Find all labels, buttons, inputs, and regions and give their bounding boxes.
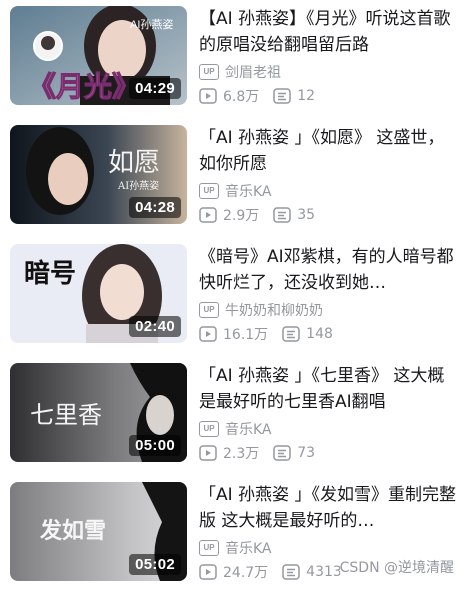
thumbnail-caption: 《月光》 — [28, 70, 140, 103]
uploader-row[interactable]: UP 音乐KA — [199, 181, 272, 201]
uploader-row[interactable]: UP 音乐KA — [199, 538, 272, 558]
up-badge-icon: UP — [199, 540, 219, 556]
uploader-row[interactable]: UP 音乐KA — [199, 419, 272, 439]
video-card[interactable]: 暗号 02:40 《暗号》AI邓紫棋，有的人暗号都快听烂了，还没收到她… UP … — [0, 238, 468, 344]
video-title[interactable]: 「AI 孙燕姿 」《七里香》 这大概是最好听的七里香AI翻唱 — [199, 363, 461, 415]
duration-badge: 05:00 — [129, 435, 181, 456]
video-title[interactable]: 「AI 孙燕姿 」《如愿》 这盛世，如你所愿 — [199, 125, 461, 177]
uploader-name[interactable]: 音乐KA — [225, 419, 272, 439]
duration-badge: 04:29 — [129, 78, 181, 99]
thumbnail-tag: AI孙燕姿 — [130, 18, 173, 31]
stats-row: 16.1万 148 — [199, 324, 347, 344]
play-count: 6.8万 — [223, 89, 260, 105]
video-card[interactable]: AI孙燕姿 《月光》 04:29 【AI 孙燕姿】《月光》听说这首歌的原唱没给翻… — [0, 0, 468, 106]
stats-row: 2.9万 35 — [199, 205, 329, 225]
uploader-row[interactable]: UP 牛奶奶和柳奶奶 — [199, 300, 323, 320]
danmaku-icon — [273, 445, 292, 461]
play-count-icon — [199, 445, 217, 461]
play-count: 16.1万 — [223, 327, 269, 343]
danmaku-count: 12 — [297, 88, 316, 104]
danmaku-icon — [282, 564, 300, 580]
thumbnail-caption: 如愿 — [108, 148, 160, 178]
stats-row: 2.3万 73 — [199, 443, 329, 463]
danmaku-count: 4313 — [306, 564, 342, 580]
play-count-icon — [199, 88, 217, 104]
thumbnail-caption: 发如雪 — [39, 518, 106, 544]
play-count: 24.7万 — [223, 565, 269, 581]
up-badge-icon: UP — [199, 183, 219, 199]
uploader-row[interactable]: UP 剑眉老祖 — [199, 62, 281, 82]
thumbnail-caption: 暗号 — [24, 259, 76, 289]
play-count-icon — [199, 207, 217, 223]
duration-badge: 05:02 — [129, 554, 181, 575]
video-thumbnail[interactable]: 暗号 02:40 — [10, 244, 187, 343]
uploader-name[interactable]: 音乐KA — [225, 538, 272, 558]
video-thumbnail[interactable]: 如愿 AI孙燕姿 04:28 — [10, 125, 187, 224]
danmaku-count: 35 — [297, 207, 316, 223]
video-thumbnail[interactable]: 发如雪 05:02 — [10, 482, 187, 581]
stats-row: 24.7万 4313 — [199, 562, 356, 582]
uploader-name[interactable]: 剑眉老祖 — [225, 62, 281, 82]
play-count-icon — [199, 564, 217, 580]
play-count: 2.3万 — [223, 446, 260, 462]
video-card[interactable]: 七里香 05:00 「AI 孙燕姿 」《七里香》 这大概是最好听的七里香AI翻唱… — [0, 357, 468, 463]
thumbnail-caption: 七里香 — [30, 401, 102, 429]
duration-badge: 02:40 — [129, 316, 181, 337]
play-count: 2.9万 — [223, 208, 260, 224]
stats-row: 6.8万 12 — [199, 86, 329, 106]
thumbnail-tag: AI孙燕姿 — [117, 179, 159, 192]
danmaku-icon — [282, 326, 300, 342]
duration-badge: 04:28 — [129, 197, 181, 218]
danmaku-icon — [273, 207, 292, 223]
uploader-name[interactable]: 音乐KA — [225, 181, 272, 201]
video-thumbnail[interactable]: 七里香 05:00 — [10, 363, 187, 462]
play-count-icon — [199, 326, 217, 342]
video-title[interactable]: 《暗号》AI邓紫棋，有的人暗号都快听烂了，还没收到她… — [199, 244, 461, 296]
watermark: CSDN @逆境清醒 — [339, 557, 454, 577]
video-thumbnail[interactable]: AI孙燕姿 《月光》 04:29 — [10, 6, 187, 105]
video-title[interactable]: 「AI 孙燕姿 」《发如雪》重制完整版 这大概是最好听的… — [199, 482, 461, 534]
video-card[interactable]: 如愿 AI孙燕姿 04:28 「AI 孙燕姿 」《如愿》 这盛世，如你所愿 UP… — [0, 119, 468, 225]
up-badge-icon: UP — [199, 421, 219, 437]
video-title[interactable]: 【AI 孙燕姿】《月光》听说这首歌的原唱没给翻唱留后路 — [199, 6, 461, 58]
danmaku-count: 148 — [306, 326, 333, 342]
up-badge-icon: UP — [199, 302, 219, 318]
danmaku-icon — [273, 88, 292, 104]
danmaku-count: 73 — [297, 445, 316, 461]
up-badge-icon: UP — [199, 64, 219, 80]
uploader-name[interactable]: 牛奶奶和柳奶奶 — [225, 300, 323, 320]
